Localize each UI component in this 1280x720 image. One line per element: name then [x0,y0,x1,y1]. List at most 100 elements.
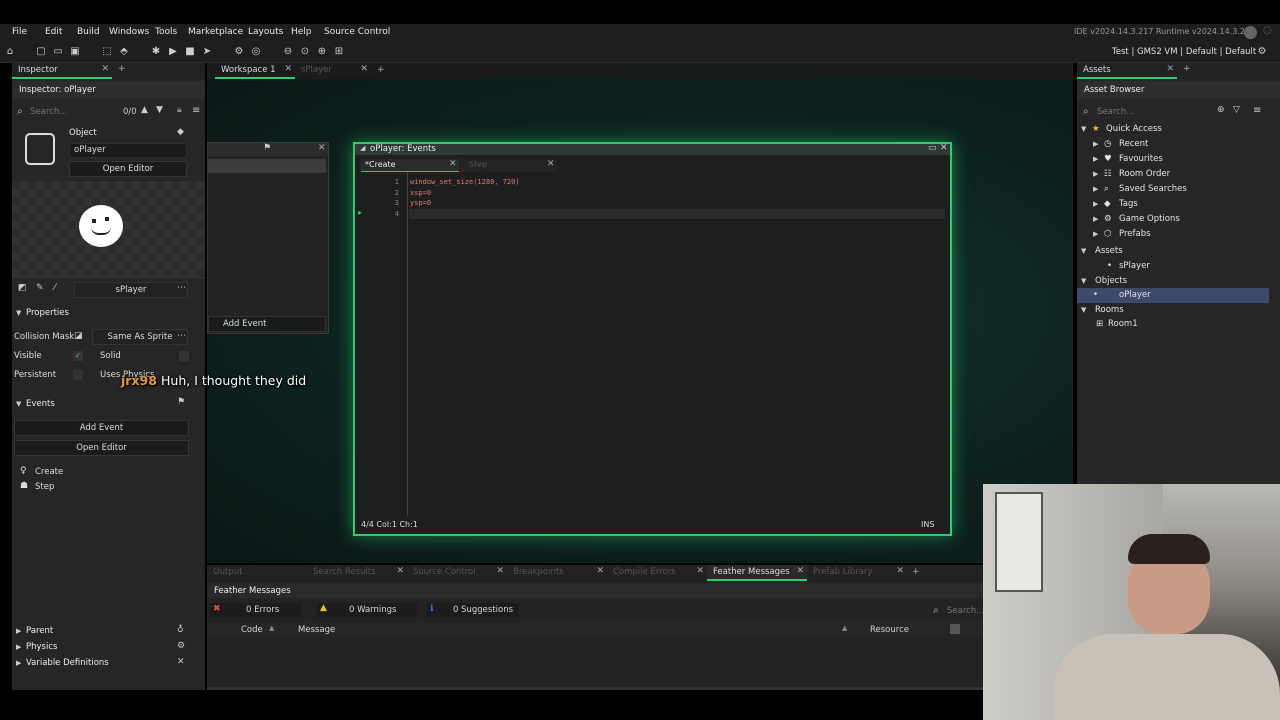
open-editor-events-button[interactable]: Open Editor [14,440,189,456]
tab-compile-errors[interactable]: Compile Errors ✕ [607,565,707,581]
warnings-filter[interactable]: ▲ 0 Warnings [317,603,417,617]
collision-mask-select[interactable]: Same As Sprite [92,329,188,345]
tab-inspector[interactable]: Inspector ✕ [12,63,112,79]
group-assets[interactable]: ▼ Assets [1081,244,1271,259]
lock-icon[interactable]: 🔒︎ [177,105,182,115]
collapse-icon[interactable]: ◢ [360,144,365,152]
menu-tools[interactable]: Tools [155,27,177,37]
menu-help[interactable]: Help [291,27,312,37]
sprite-pencil-icon[interactable]: ✎ [36,283,44,293]
hierarchy-icon[interactable]: ♁ [177,625,184,635]
code-editor[interactable]: 1 window_set_size(1280, 720) 2 xsp=0 3 ysp=… [385,177,945,219]
quick-item-room-order[interactable]: ▶ ☷ Room Order [1093,167,1273,182]
new-file-icon[interactable]: ▢ [35,46,47,58]
menu-icon[interactable]: ≡ [1253,105,1261,116]
close-icon[interactable]: ✕ [284,64,292,74]
asset-room1[interactable]: ⊞ Room1 [1093,317,1273,332]
close-icon[interactable]: ✕ [449,159,457,169]
search-prev-icon[interactable]: ▲ [141,105,148,115]
inspector-search-input[interactable]: Search... [30,107,67,117]
help-icon[interactable]: ◌ [1263,25,1272,36]
sort-icon[interactable]: ▲ [269,624,274,632]
close-icon[interactable]: ✕ [496,566,504,576]
object-window-titlebar[interactable]: ⚑ ✕ [208,143,328,156]
close-icon[interactable]: ✕ [796,566,804,576]
stop-icon[interactable]: ■ [184,46,196,58]
close-icon[interactable]: ✕ [1166,64,1174,74]
package-icon[interactable]: ⬚ [101,46,113,58]
tab-source-control[interactable]: Source Control ✕ [407,565,507,581]
filter-icon[interactable]: ▽ [1233,105,1240,115]
physics-gear-icon[interactable]: ⚙ [177,641,185,651]
column-options-icon[interactable] [950,624,960,634]
col-resource[interactable]: Resource [870,625,909,635]
close-icon[interactable]: ✕ [360,64,368,74]
zoom-in-icon[interactable]: ⊕ [316,46,328,58]
add-tab-icon[interactable]: + [118,64,126,74]
tab-splayer[interactable]: sPlayer ✕ [295,63,371,79]
tab-workspace-1[interactable]: Workspace 1 ✕ [215,63,295,79]
quick-item-recent[interactable]: ▶ ◷ Recent [1093,137,1273,152]
search-next-icon[interactable]: ▼ [156,105,163,115]
user-avatar-icon[interactable] [1244,26,1257,39]
feather-search-input[interactable]: Search... [947,606,984,616]
quick-item-game-options[interactable]: ▶ ⚙ Game Options [1093,212,1273,227]
object-add-event-button[interactable]: Add Event [208,316,326,332]
col-message[interactable]: Message [298,625,335,635]
add-tab-icon[interactable]: + [912,567,920,577]
tag-icon[interactable]: ◆ [177,127,184,137]
close-icon[interactable]: ✕ [896,566,904,576]
tab-output[interactable]: Output [207,565,307,581]
tab-search-results[interactable]: Search Results ✕ [307,565,407,581]
quick-item-saved-searches[interactable]: ▶ ⌕ Saved Searches [1093,182,1273,197]
tab-feather-messages[interactable]: Feather Messages ✕ [707,565,807,581]
add-asset-icon[interactable]: ⊕ [1217,105,1225,115]
event-item-step[interactable]: ☗ Step [20,480,140,495]
quick-item-prefabs[interactable]: ▶ ⬡ Prefabs [1093,227,1273,242]
target-settings-icon[interactable]: ⚙ [1256,46,1268,58]
visible-checkbox[interactable]: ✓ [73,351,83,361]
grid-icon[interactable]: ⊞ [333,46,345,58]
sprite-edit-icon[interactable]: ◩ [18,283,27,293]
debug-icon[interactable]: ✱ [150,46,162,58]
events-window-titlebar[interactable]: ◢ oPlayer: Events ▭ ✕ [355,143,950,155]
export-icon[interactable]: ⬘ [118,46,130,58]
menu-windows[interactable]: Windows [109,27,149,37]
sprite-more-icon[interactable]: ⋯ [177,283,186,293]
asset-splayer[interactable]: • sPlayer [1103,259,1273,274]
col-code[interactable]: Code [241,625,263,635]
quick-item-tags[interactable]: ▶ ◆ Tags [1093,197,1273,212]
add-tab-icon[interactable]: + [1183,64,1191,74]
close-icon[interactable]: ✕ [101,64,109,74]
event-tab-create[interactable]: *Create ✕ [361,159,459,172]
asset-search-input[interactable]: Search... [1097,107,1134,117]
menu-layouts[interactable]: Layouts [248,27,283,37]
tab-prefab-library[interactable]: Prefab Library ✕ [807,565,907,581]
menu-file[interactable]: File [12,27,27,37]
home-icon[interactable]: ⌂ [4,46,16,58]
close-icon[interactable]: ✕ [940,143,948,153]
quick-access-group[interactable]: ▼ ★ Quick Access [1081,122,1271,137]
menu-build[interactable]: Build [77,27,100,37]
object-name-field[interactable]: oPlayer [69,143,187,158]
event-tab-step[interactable]: Step ✕ [461,159,557,172]
sort-icon[interactable]: ▲ [842,624,847,632]
target-selector[interactable]: Test | GMS2 VM | Default | Default [1112,47,1256,57]
panel-resize-handle[interactable] [207,687,985,690]
group-rooms[interactable]: ▼ Rooms [1081,303,1271,318]
event-row-selected[interactable] [208,159,326,173]
zoom-reset-icon[interactable]: ⊙ [299,46,311,58]
flag-icon[interactable]: ⚑ [177,397,185,407]
errors-filter[interactable]: ✖ 0 Errors [210,603,302,617]
solid-checkbox[interactable] [179,351,189,361]
add-workspace-icon[interactable]: + [377,65,385,75]
zoom-out-icon[interactable]: ⊖ [282,46,294,58]
suggestions-filter[interactable]: ℹ 0 Suggestions [427,603,519,617]
close-icon[interactable]: ✕ [596,566,604,576]
menu-marketplace[interactable]: Marketplace [188,27,243,37]
close-icon[interactable]: ✕ [396,566,404,576]
group-objects[interactable]: ▼ Objects [1081,274,1271,289]
asset-oplayer[interactable]: • oPlayer [1077,288,1269,303]
tab-assets[interactable]: Assets ✕ [1077,63,1177,79]
menu-edit[interactable]: Edit [45,27,62,37]
